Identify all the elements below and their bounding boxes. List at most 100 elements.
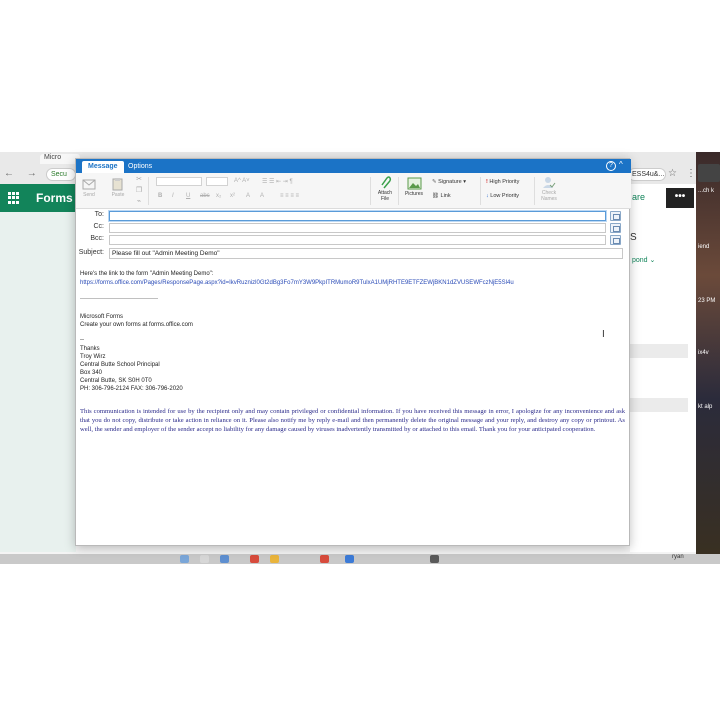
share-link[interactable]: are bbox=[632, 192, 645, 202]
body-ms-forms: Microsoft Forms bbox=[80, 314, 124, 320]
superscript-button[interactable]: x² bbox=[230, 193, 235, 199]
respond-label[interactable]: pond ⌄ bbox=[632, 256, 655, 264]
signature-dash: -- bbox=[80, 337, 84, 343]
browser-menu-icon[interactable]: ⋮ bbox=[686, 168, 696, 179]
align-icons[interactable]: ≡ ≡ ≡ ≡ bbox=[280, 193, 299, 199]
ribbon-separator bbox=[370, 177, 371, 205]
high-priority-button[interactable]: ! High Priority bbox=[486, 179, 519, 185]
pictures-label: Pictures bbox=[404, 191, 424, 197]
italic-button[interactable]: I bbox=[172, 193, 174, 199]
tab-options[interactable]: Options bbox=[122, 161, 158, 173]
body-intro: Here's the link to the form "Admin Meeti… bbox=[80, 271, 214, 277]
divider bbox=[80, 298, 158, 299]
cc-field[interactable] bbox=[109, 223, 606, 233]
dock-app-icon[interactable] bbox=[180, 555, 189, 563]
signature-phone: PH: 306-796-2124 FAX: 306-796-2020 bbox=[80, 386, 183, 392]
paste-label: Paste bbox=[111, 192, 125, 198]
low-priority-button[interactable]: ↓ Low Priority bbox=[486, 193, 519, 199]
browser-tab[interactable]: Micro bbox=[40, 154, 80, 164]
dock-app-icon[interactable] bbox=[320, 555, 329, 563]
dock-app-icon[interactable] bbox=[250, 555, 259, 563]
desktop-label: iend bbox=[698, 244, 710, 250]
subject-field[interactable]: Please fill out "Admin Meeting Demo" bbox=[109, 248, 623, 259]
link-button[interactable]: ⛓ Link bbox=[432, 193, 451, 199]
address-bar-tail[interactable]: ESS4u&... bbox=[628, 168, 666, 181]
forms-header: Forms bbox=[0, 184, 76, 212]
form-link[interactable]: https://forms.office.com/Pages/ResponseP… bbox=[80, 280, 514, 286]
clipboard-icon bbox=[112, 178, 123, 191]
font-color-button[interactable]: A bbox=[260, 193, 264, 199]
underline-button[interactable]: U bbox=[186, 193, 190, 199]
grow-font-icon[interactable]: A^ A˅ bbox=[234, 178, 250, 184]
dock-app-icon[interactable] bbox=[220, 555, 229, 563]
ribbon-toolbar: Send Paste ✂ ❐ ⌁ A^ A˅ ☰ ☰ ⇤ ⇥ ¶ B I U a… bbox=[76, 173, 631, 209]
subscript-button[interactable]: x₂ bbox=[216, 193, 221, 199]
body-create-forms: Create your own forms at forms.office.co… bbox=[80, 322, 193, 328]
list-icons[interactable]: ☰ ☰ ⇤ ⇥ ¶ bbox=[262, 178, 293, 185]
dock-app-icon[interactable] bbox=[345, 555, 354, 563]
cut-icon[interactable]: ✂ bbox=[134, 175, 144, 183]
signature-city: Central Butte, SK S0H 0T0 bbox=[80, 378, 152, 384]
bcc-field[interactable] bbox=[109, 235, 606, 245]
chevron-down-icon: ⌄ bbox=[649, 257, 656, 264]
send-label: Send bbox=[83, 192, 95, 198]
help-icon[interactable]: ? bbox=[606, 161, 616, 171]
address-book-icon[interactable] bbox=[610, 211, 621, 221]
text-cursor-icon: I bbox=[602, 329, 605, 340]
cc-label: Cc: bbox=[93, 223, 105, 230]
response-row bbox=[630, 344, 688, 358]
pictures-button[interactable]: Pictures bbox=[402, 177, 426, 197]
signature-thanks: Thanks bbox=[80, 346, 100, 352]
bookmark-star-icon[interactable]: ☆ bbox=[668, 168, 677, 179]
dock-app-icon[interactable] bbox=[270, 555, 279, 563]
desktop-label: 23 PM bbox=[698, 298, 716, 304]
to-label: To: bbox=[94, 211, 104, 218]
tab-message[interactable]: Message bbox=[82, 161, 124, 173]
more-options-button[interactable]: ••• bbox=[666, 188, 694, 208]
compose-window: Message Options ? ^ Send Paste ✂ ❐ ⌁ A^ … bbox=[75, 158, 631, 546]
partial-letter: S bbox=[630, 232, 637, 243]
format-painter-icon[interactable]: ⌁ bbox=[134, 197, 144, 205]
copy-icon[interactable]: ❐ bbox=[134, 186, 144, 194]
dock-app-icon[interactable] bbox=[430, 555, 439, 563]
app-launcher-icon[interactable] bbox=[8, 192, 20, 204]
address-book-icon[interactable] bbox=[610, 223, 621, 233]
font-size-dropdown[interactable] bbox=[206, 177, 228, 186]
font-name-dropdown[interactable] bbox=[156, 177, 202, 186]
strikethrough-button[interactable]: abc bbox=[200, 193, 210, 199]
send-button[interactable]: Send bbox=[80, 177, 98, 198]
bcc-label: Bcc: bbox=[90, 235, 104, 242]
dock-app-icon[interactable] bbox=[200, 555, 209, 563]
check-names-icon bbox=[543, 177, 556, 188]
bold-button[interactable]: B bbox=[158, 193, 162, 199]
dock-user-label: ryan bbox=[672, 554, 684, 560]
address-bar[interactable]: Secu bbox=[46, 168, 76, 181]
link-icon: ⛓ bbox=[432, 193, 439, 199]
forms-app-title[interactable]: Forms bbox=[36, 191, 73, 205]
signature-icon: ✎ bbox=[432, 179, 437, 185]
mac-dock bbox=[0, 554, 720, 564]
attach-file-label: Attach File bbox=[377, 190, 393, 202]
send-icon bbox=[82, 179, 96, 190]
check-names-label: Check Names bbox=[541, 190, 557, 202]
forms-left-panel bbox=[0, 212, 76, 552]
attach-file-button[interactable]: Attach File bbox=[374, 175, 396, 202]
paste-button[interactable]: Paste bbox=[108, 177, 128, 198]
signature-box: Box 340 bbox=[80, 370, 103, 376]
desktop-background bbox=[696, 152, 720, 564]
to-field[interactable] bbox=[109, 211, 606, 221]
desktop-note bbox=[698, 164, 720, 182]
address-book-icon[interactable] bbox=[610, 235, 621, 245]
disclaimer-text: This communication is intended for use b… bbox=[80, 408, 625, 433]
desktop-label: ix4v bbox=[698, 350, 709, 356]
collapse-ribbon-icon[interactable]: ^ bbox=[619, 160, 623, 169]
signature-button[interactable]: ✎ Signature ▾ bbox=[432, 179, 466, 185]
desktop-label: kt alp bbox=[698, 404, 713, 410]
paperclip-icon bbox=[381, 176, 392, 189]
check-names-button[interactable]: Check Names bbox=[538, 175, 560, 202]
ribbon-separator bbox=[534, 177, 535, 205]
signature-name: Troy Wirz bbox=[80, 354, 106, 360]
ribbon-separator bbox=[398, 177, 399, 205]
exclamation-icon: ! bbox=[486, 179, 488, 185]
highlight-button[interactable]: A bbox=[246, 193, 250, 199]
